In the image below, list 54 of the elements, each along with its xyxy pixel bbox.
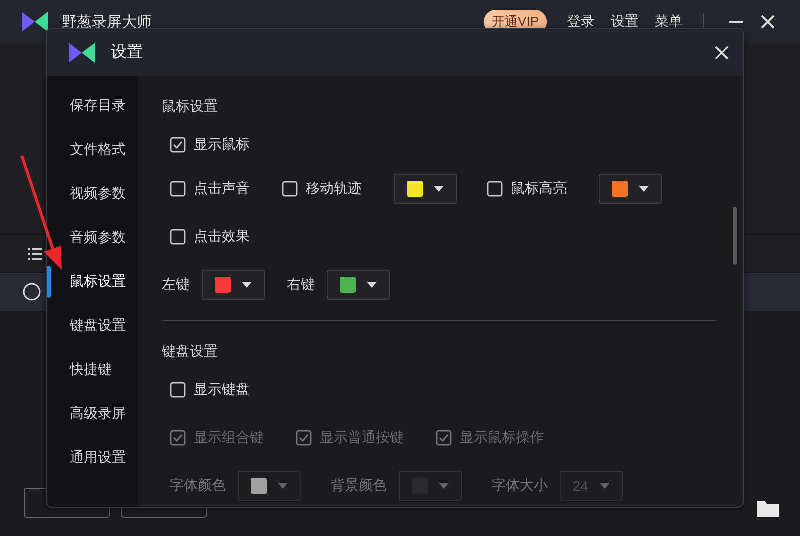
checkbox-icon — [170, 382, 186, 398]
close-icon[interactable] — [715, 46, 729, 60]
color-picker[interactable] — [599, 174, 662, 204]
logo-icon — [67, 40, 97, 64]
sidebar-item[interactable]: 文件格式 — [70, 141, 126, 159]
checkbox-icon — [170, 229, 186, 245]
caret-icon — [278, 483, 288, 489]
checkbox[interactable]: 点击声音 — [170, 180, 250, 198]
checkbox[interactable]: 点击效果 — [170, 228, 250, 246]
sidebar-item[interactable]: 保存目录 — [70, 97, 126, 115]
checkbox[interactable]: 鼠标高亮 — [487, 180, 567, 198]
field-label: 字体大小 — [492, 477, 548, 495]
checkbox-icon — [170, 137, 186, 153]
field-label: 字体颜色 — [170, 477, 226, 495]
checkbox-icon — [487, 181, 503, 197]
caret-icon — [242, 282, 252, 288]
caret-icon — [367, 282, 378, 288]
checkbox-icon — [170, 181, 186, 197]
radio-circle-icon[interactable] — [23, 283, 41, 301]
menu-link[interactable]: 菜单 — [651, 13, 687, 31]
sidebar-item[interactable]: 鼠标设置 — [70, 273, 126, 291]
menu-link[interactable]: 登录 — [563, 13, 599, 31]
section-title: 键盘设置 — [162, 343, 219, 361]
color-picker[interactable] — [202, 270, 265, 300]
caret-icon — [639, 186, 650, 192]
checkbox[interactable]: 显示鼠标 — [170, 136, 250, 154]
sidebar-item[interactable]: 音频参数 — [70, 229, 126, 247]
folder-icon[interactable] — [756, 498, 780, 518]
caret-icon — [600, 483, 610, 489]
checkbox-icon — [170, 430, 186, 446]
color-picker[interactable] — [327, 270, 390, 300]
checkbox-icon — [282, 181, 298, 197]
field-label: 右键 — [287, 276, 315, 294]
caret-icon — [439, 483, 450, 489]
checkbox[interactable]: 显示键盘 — [170, 381, 250, 399]
sidebar-item[interactable]: 视频参数 — [70, 185, 126, 203]
checkbox-icon — [296, 430, 312, 446]
checkbox[interactable]: 移动轨迹 — [282, 180, 362, 198]
checkbox-icon — [436, 430, 452, 446]
sidebar-item[interactable]: 高级录屏 — [70, 405, 126, 423]
sidebar-item[interactable]: 通用设置 — [70, 449, 126, 467]
list-icon[interactable] — [28, 248, 42, 260]
dialog-title: 设置 — [111, 43, 143, 63]
color-picker[interactable] — [394, 174, 457, 204]
field-label: 左键 — [162, 276, 190, 294]
sidebar-item[interactable]: 快捷键 — [70, 361, 112, 379]
scrollbar-thumb[interactable] — [733, 207, 737, 265]
field-label: 背景颜色 — [331, 477, 387, 495]
logo-icon — [20, 10, 50, 34]
section-title: 鼠标设置 — [162, 98, 219, 116]
menu-link[interactable]: 设置 — [607, 13, 643, 31]
caret-icon — [434, 186, 444, 192]
sidebar-item[interactable]: 键盘设置 — [70, 317, 126, 335]
close-icon[interactable] — [760, 14, 776, 30]
